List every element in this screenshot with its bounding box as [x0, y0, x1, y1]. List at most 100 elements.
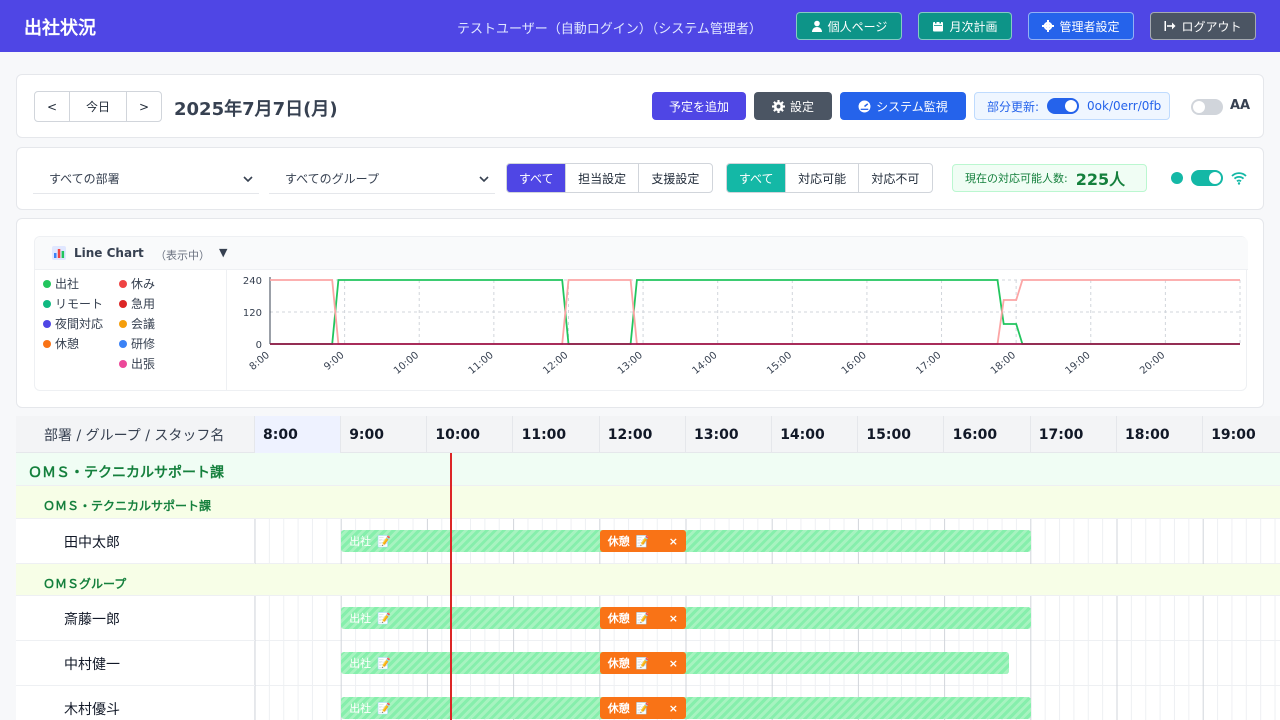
close-icon[interactable]: × — [669, 702, 678, 715]
memo-icon[interactable]: 📝 — [636, 702, 650, 715]
group-label: ＯＭＳ・テクニカルサポート課 — [43, 499, 212, 513]
available-count-label: 現在の対応可能人数: — [965, 172, 1068, 185]
chart-header[interactable]: Line Chart （表示中） ▼ — [35, 237, 1248, 270]
dark-mode-toggle[interactable] — [1191, 99, 1223, 115]
group-select-value: すべてのグループ — [285, 172, 379, 186]
gear-icon — [1042, 20, 1055, 32]
availability-all-button[interactable]: すべて — [727, 164, 787, 192]
legend-item[interactable]: 夜間対応 — [43, 315, 103, 332]
x-tick-label: 10:00 — [392, 350, 421, 377]
scope-all-button[interactable]: すべて — [507, 164, 567, 192]
font-size-icon[interactable]: AA — [1230, 98, 1250, 113]
break-schedule-bar[interactable]: 休憩 📝 × — [599, 652, 686, 674]
memo-icon[interactable]: 📝 — [636, 535, 650, 548]
availability-available-button[interactable]: 対応可能 — [786, 164, 859, 192]
schedule-grid[interactable]: 出社 📝 休憩 📝 × — [255, 641, 1280, 686]
personal-page-button[interactable]: 個人ページ — [796, 12, 902, 40]
hour-header: 10:00 — [427, 416, 514, 453]
group-row[interactable]: ＯＭＳグループ — [16, 564, 1280, 596]
schedule-grid[interactable]: 出社 📝 休憩 📝 × — [255, 686, 1280, 720]
legend-item[interactable]: 急用 — [119, 295, 155, 312]
break-schedule-bar[interactable]: 休憩 📝 × — [599, 697, 686, 719]
realtime-toggle[interactable] — [1191, 170, 1223, 186]
y-tick-label: 240 — [243, 276, 262, 287]
chart-collapse-icon[interactable]: ▼ — [219, 246, 227, 259]
staff-name: 斎藤一郎 — [64, 612, 120, 628]
x-tick-label: 9:00 — [322, 350, 346, 373]
work-schedule-bar[interactable]: 出社 📝 — [341, 530, 1031, 552]
admin-settings-button[interactable]: 管理者設定 — [1028, 12, 1134, 40]
scope-assigned-button[interactable]: 担当設定 — [566, 164, 639, 192]
close-icon[interactable]: × — [669, 657, 678, 670]
legend-label: 研修 — [131, 337, 156, 351]
legend-label: 出張 — [131, 357, 156, 371]
staff-row[interactable]: 中村健一 出社 📝 休憩 📝 × — [16, 641, 1280, 686]
bar-chart-icon — [52, 246, 66, 260]
scope-support-button[interactable]: 支援設定 — [639, 164, 712, 192]
break-schedule-bar[interactable]: 休憩 📝 × — [599, 530, 686, 552]
memo-icon[interactable]: 📝 — [377, 535, 391, 548]
work-label: 出社 — [349, 702, 372, 715]
schedule-grid[interactable]: 出社 📝 休憩 📝 × — [255, 596, 1280, 641]
system-monitor-button[interactable]: システム監視 — [840, 92, 966, 120]
scope-filter: すべて 担当設定 支援設定 — [506, 163, 713, 193]
timeline-header-label: 部署 / グループ / スタッフ名 — [16, 416, 255, 453]
legend-label: 休憩 — [55, 337, 80, 351]
monthly-plan-button[interactable]: 月次計画 — [918, 12, 1012, 40]
x-tick-label: 19:00 — [1064, 350, 1093, 377]
hour-header: 17:00 — [1031, 416, 1117, 453]
legend-item[interactable]: 研修 — [119, 335, 155, 352]
chart-state: （表示中） — [155, 249, 210, 262]
memo-icon[interactable]: 📝 — [377, 702, 391, 715]
x-tick-label: 17:00 — [914, 350, 943, 377]
add-schedule-button[interactable]: 予定を追加 — [652, 92, 746, 120]
break-label: 休憩 — [607, 657, 630, 670]
department-row[interactable]: ＯＭＳ・テクニカルサポート課 — [16, 453, 1280, 486]
legend-item[interactable]: リモート — [43, 295, 103, 312]
department-select[interactable]: すべての部署 — [33, 164, 259, 194]
work-schedule-bar[interactable]: 出社 📝 — [341, 697, 1031, 719]
close-icon[interactable]: × — [669, 535, 678, 548]
chart-card: Line Chart （表示中） ▼ 出社 休み リモート 急用 夜間対応 会議… — [16, 218, 1264, 408]
schedule-grid[interactable]: 出社 📝 休憩 📝 × — [255, 519, 1280, 564]
close-icon[interactable]: × — [669, 612, 678, 625]
memo-icon[interactable]: 📝 — [636, 612, 650, 625]
settings-button[interactable]: 設定 — [754, 92, 832, 120]
legend-item[interactable]: 休み — [119, 275, 155, 292]
next-day-button[interactable]: > — [127, 92, 161, 121]
legend-swatch — [119, 339, 127, 348]
group-row[interactable]: ＯＭＳ・テクニカルサポート課 — [16, 486, 1280, 519]
memo-icon[interactable]: 📝 — [377, 612, 391, 625]
prev-day-button[interactable]: < — [35, 92, 70, 121]
break-schedule-bar[interactable]: 休憩 📝 × — [599, 607, 686, 629]
staff-row[interactable]: 木村優斗 出社 📝 休憩 📝 × — [16, 686, 1280, 720]
legend-item[interactable]: 出張 — [119, 355, 155, 372]
partial-update-panel: 部分更新: 0ok/0err/0fb — [974, 92, 1170, 120]
department-label: ＯＭＳ・テクニカルサポート課 — [28, 465, 224, 481]
logout-button[interactable]: ログアウト — [1150, 12, 1256, 40]
legend-label: 夜間対応 — [55, 317, 104, 331]
availability-filter: すべて 対応可能 対応不可 — [726, 163, 933, 193]
staff-name: 木村優斗 — [64, 702, 120, 718]
personal-page-label: 個人ページ — [827, 19, 888, 34]
availability-unavailable-button[interactable]: 対応不可 — [859, 164, 932, 192]
work-schedule-bar[interactable]: 出社 📝 — [341, 607, 1031, 629]
legend-label: 休み — [131, 277, 156, 291]
legend-item[interactable]: 出社 — [43, 275, 79, 292]
staff-row[interactable]: 田中太郎 出社 📝 休憩 📝 × — [16, 519, 1280, 564]
memo-icon[interactable]: 📝 — [636, 657, 650, 670]
today-button[interactable]: 今日 — [70, 92, 127, 121]
memo-icon[interactable]: 📝 — [377, 657, 391, 670]
department-select-value: すべての部署 — [49, 172, 120, 186]
chart-legend: 出社 休み リモート 急用 夜間対応 会議 休憩 研修 出張 — [35, 270, 227, 391]
partial-update-toggle[interactable] — [1047, 98, 1080, 114]
gauge-icon — [858, 100, 871, 112]
legend-item[interactable]: 休憩 — [43, 335, 79, 352]
legend-swatch — [119, 299, 127, 308]
staff-name: 田中太郎 — [64, 535, 120, 551]
chart-title: Line Chart — [74, 246, 144, 260]
staff-row[interactable]: 斎藤一郎 出社 📝 休憩 📝 × — [16, 596, 1280, 641]
filter-bar: すべての部署 すべてのグループ すべて 担当設定 支援設定 すべて 対応可能 対… — [16, 147, 1264, 210]
group-select[interactable]: すべてのグループ — [269, 164, 495, 194]
legend-item[interactable]: 会議 — [119, 315, 155, 332]
